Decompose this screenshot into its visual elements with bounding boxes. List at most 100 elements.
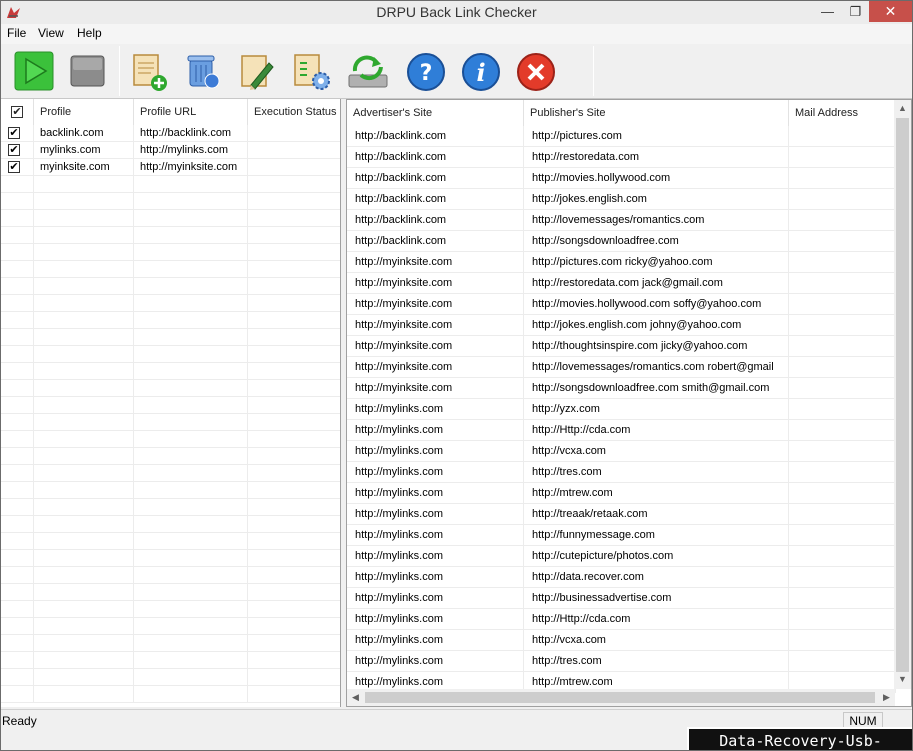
table-row[interactable]: http://myinksite.com http://songsdownload…	[347, 378, 896, 399]
advertiser-site-cell: http://myinksite.com	[347, 315, 524, 336]
row-checkbox	[1, 550, 34, 567]
exit-button[interactable]	[515, 51, 557, 93]
scroll-down-arrow-icon[interactable]: ▼	[894, 674, 911, 684]
table-row[interactable]: http://mylinks.com http://cutepicture/pho…	[347, 546, 896, 567]
scroll-left-arrow-icon[interactable]: ◀	[347, 692, 364, 703]
mail-address-cell	[789, 588, 896, 609]
delete-profile-button[interactable]	[183, 51, 225, 93]
table-row[interactable]: http://mylinks.com http://yzx.com	[347, 399, 896, 420]
table-row[interactable]: http://mylinks.com http://businessadverti…	[347, 588, 896, 609]
settings-button[interactable]	[291, 51, 333, 93]
profile-url-cell	[134, 278, 248, 295]
profile-url-cell	[134, 431, 248, 448]
table-row[interactable]: http://mylinks.com http://treaak/retaak.c…	[347, 504, 896, 525]
profile-url-cell	[134, 550, 248, 567]
col-execution-status[interactable]: Execution Status	[248, 99, 340, 125]
horizontal-scrollbar[interactable]: ◀ ▶	[347, 689, 895, 706]
advertiser-site-cell: http://backlink.com	[347, 168, 524, 189]
publisher-site-cell: http://Http://cda.com	[524, 609, 789, 630]
row-checkbox	[1, 244, 34, 261]
stop-button[interactable]	[68, 51, 110, 93]
table-row	[1, 652, 340, 669]
mail-address-cell	[789, 441, 896, 462]
row-checkbox	[1, 414, 34, 431]
table-row[interactable]: http://mylinks.com http://data.recover.co…	[347, 567, 896, 588]
select-all-header[interactable]: ✔	[1, 99, 34, 125]
maximize-button[interactable]: ❐	[842, 1, 869, 22]
table-row	[1, 329, 340, 346]
profile-name-cell	[34, 329, 134, 346]
table-row	[1, 584, 340, 601]
table-row[interactable]: http://myinksite.com http://restoredata.c…	[347, 273, 896, 294]
profile-url-cell	[134, 516, 248, 533]
table-row	[1, 669, 340, 686]
profile-checkbox[interactable]: ✔	[8, 127, 20, 139]
title-bar[interactable]: DRPU Back Link Checker — ❐ ✕	[1, 1, 912, 24]
vertical-scroll-thumb[interactable]	[896, 118, 909, 672]
table-row[interactable]: http://mylinks.com http://Http://cda.com	[347, 420, 896, 441]
table-row[interactable]: http://backlink.com http://pictures.com	[347, 126, 896, 147]
publisher-site-cell: http://lovemessages/romantics.com	[524, 210, 789, 231]
publisher-site-cell: http://pictures.com ricky@yahoo.com	[524, 252, 789, 273]
table-row[interactable]: http://backlink.com http://lovemessages/r…	[347, 210, 896, 231]
execution-status-cell	[248, 482, 340, 499]
menu-help[interactable]: Help	[74, 26, 105, 40]
table-row[interactable]: http://backlink.com http://songsdownloadf…	[347, 231, 896, 252]
table-row[interactable]: http://backlink.com http://jokes.english.…	[347, 189, 896, 210]
col-profile[interactable]: Profile	[34, 99, 134, 125]
execution-status-cell	[248, 193, 340, 210]
execution-status-cell	[248, 669, 340, 686]
vertical-scrollbar[interactable]: ▲ ▼	[894, 100, 911, 689]
scroll-right-arrow-icon[interactable]: ▶	[878, 692, 895, 703]
table-row	[1, 176, 340, 193]
profile-name-cell	[34, 652, 134, 669]
profile-name-cell	[34, 278, 134, 295]
add-profile-button[interactable]	[129, 51, 171, 93]
col-publishers-site[interactable]: Publisher's Site	[524, 100, 789, 126]
about-button[interactable]: i	[460, 51, 502, 93]
table-row[interactable]: http://myinksite.com http://thoughtsinspi…	[347, 336, 896, 357]
menu-file[interactable]: File	[4, 26, 29, 40]
refresh-button[interactable]	[345, 51, 388, 93]
table-row[interactable]: http://myinksite.com http://movies.hollyw…	[347, 294, 896, 315]
col-advertisers-site[interactable]: Advertiser's Site	[347, 100, 524, 126]
table-row[interactable]: http://myinksite.com http://pictures.com …	[347, 252, 896, 273]
table-row[interactable]: http://backlink.com http://movies.hollywo…	[347, 168, 896, 189]
select-all-checkbox[interactable]: ✔	[11, 106, 23, 118]
minimize-button[interactable]: —	[814, 1, 841, 22]
profile-checkbox[interactable]: ✔	[8, 144, 20, 156]
help-button[interactable]: ?	[405, 51, 447, 93]
profile-name-cell: backlink.com	[34, 125, 134, 142]
profile-checkbox[interactable]: ✔	[8, 161, 20, 173]
table-row[interactable]: ✔ backlink.com http://backlink.com	[1, 125, 340, 142]
publisher-site-cell: http://tres.com	[524, 462, 789, 483]
table-row[interactable]: http://backlink.com http://restoredata.co…	[347, 147, 896, 168]
row-checkbox	[1, 635, 34, 652]
start-button[interactable]	[14, 51, 56, 93]
row-checkbox	[1, 584, 34, 601]
table-row[interactable]: http://myinksite.com http://lovemessages/…	[347, 357, 896, 378]
scroll-up-arrow-icon[interactable]: ▲	[894, 103, 911, 113]
table-row[interactable]: http://mylinks.com http://vcxa.com	[347, 630, 896, 651]
table-row[interactable]: ✔ mylinks.com http://mylinks.com	[1, 142, 340, 159]
advertiser-site-cell: http://backlink.com	[347, 126, 524, 147]
col-profile-url[interactable]: Profile URL	[134, 99, 248, 125]
results-list[interactable]: Advertiser's Site Publisher's Site Mail …	[346, 99, 912, 707]
col-mail-address[interactable]: Mail Address	[789, 100, 896, 126]
table-row[interactable]: http://myinksite.com http://jokes.english…	[347, 315, 896, 336]
profile-list[interactable]: ✔ Profile Profile URL Execution Status ✔…	[1, 99, 341, 707]
table-row[interactable]: http://mylinks.com http://vcxa.com	[347, 441, 896, 462]
row-checkbox	[1, 380, 34, 397]
horizontal-scroll-thumb[interactable]	[365, 692, 875, 703]
table-row	[1, 346, 340, 363]
table-row[interactable]: http://mylinks.com http://tres.com	[347, 651, 896, 672]
menu-view[interactable]: View	[35, 26, 67, 40]
table-row[interactable]: http://mylinks.com http://funnymessage.co…	[347, 525, 896, 546]
table-row[interactable]: http://mylinks.com http://mtrew.com	[347, 483, 896, 504]
edit-profile-button[interactable]	[237, 51, 279, 93]
table-row[interactable]: http://mylinks.com http://tres.com	[347, 462, 896, 483]
table-row[interactable]: http://mylinks.com http://Http://cda.com	[347, 609, 896, 630]
profile-url-cell	[134, 652, 248, 669]
table-row[interactable]: ✔ myinksite.com http://myinksite.com	[1, 159, 340, 176]
close-button[interactable]: ✕	[869, 1, 912, 22]
